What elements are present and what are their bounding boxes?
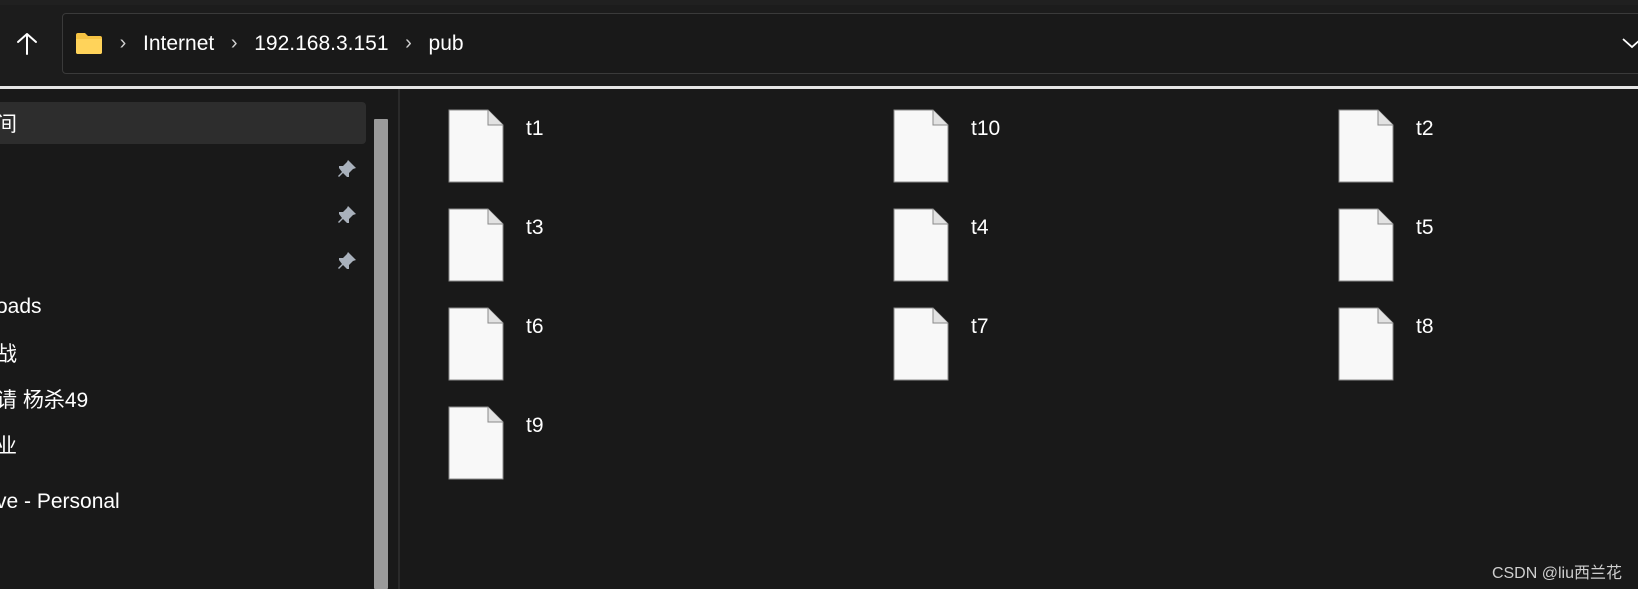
nav-item-onedrive[interactable]: ve - Personal	[0, 481, 366, 523]
breadcrumb-internet[interactable]: Internet	[143, 32, 214, 56]
file-item[interactable]: t7	[845, 287, 1245, 381]
breadcrumb-pub[interactable]: pub	[429, 32, 464, 56]
file-icon	[893, 307, 949, 381]
file-item[interactable]: t10	[845, 89, 1245, 183]
breadcrumb-host[interactable]: 192.168.3.151	[254, 32, 388, 56]
chevron-down-icon	[1622, 38, 1638, 49]
file-list: t1 t10 t2 t3 t4 t5 t6 t7 t8 t9	[400, 89, 1638, 589]
pin-icon	[338, 206, 356, 223]
address-bar[interactable]: › Internet › 192.168.3.151 › pub	[62, 13, 1638, 74]
nav-item-5[interactable]: 战	[0, 332, 366, 374]
file-name: t6	[526, 315, 544, 338]
folder-icon	[76, 33, 102, 54]
file-icon	[1338, 208, 1394, 282]
file-icon	[1338, 109, 1394, 183]
nav-item-label: ve - Personal	[0, 490, 120, 513]
file-item[interactable]: t4	[845, 188, 1245, 282]
file-item[interactable]: t6	[400, 287, 800, 381]
nav-item-3[interactable]	[0, 240, 366, 282]
arrow-up-icon	[17, 33, 37, 55]
file-name: t7	[971, 315, 989, 338]
file-name: t8	[1416, 315, 1434, 338]
file-item[interactable]: t2	[1290, 89, 1638, 183]
file-name: t1	[526, 117, 544, 140]
pin-icon	[338, 252, 356, 269]
address-history-dropdown[interactable]	[1617, 28, 1638, 58]
breadcrumb: › Internet › 192.168.3.151 › pub	[111, 14, 472, 73]
file-name: t2	[1416, 117, 1434, 140]
nav-item-1[interactable]	[0, 148, 366, 190]
navigation-pane: 间 oads 战 请 杨杀49 业 ve - Personal	[0, 89, 399, 589]
file-name: t3	[526, 216, 544, 239]
file-name: t10	[971, 117, 1001, 140]
nav-item-0[interactable]: 间	[0, 102, 366, 144]
nav-item-label: 业	[0, 435, 17, 458]
pin-icon	[338, 160, 356, 177]
file-name: t9	[526, 414, 544, 437]
up-button[interactable]	[6, 24, 48, 64]
chevron-right-icon[interactable]: ›	[222, 32, 246, 55]
nav-item-downloads[interactable]: oads	[0, 286, 366, 328]
nav-item-label: 战	[0, 343, 17, 366]
file-item[interactable]: t8	[1290, 287, 1638, 381]
file-icon	[448, 307, 504, 381]
file-name: t4	[971, 216, 989, 239]
toolbar: › Internet › 192.168.3.151 › pub	[0, 0, 1638, 88]
watermark: CSDN @liu西兰花	[1491, 565, 1622, 582]
file-name: t5	[1416, 216, 1434, 239]
title-strip	[0, 0, 1638, 5]
file-icon	[893, 208, 949, 282]
file-icon	[448, 406, 504, 480]
chevron-right-icon[interactable]: ›	[111, 32, 135, 55]
nav-item-label: 间	[0, 113, 17, 136]
nav-item-label: oads	[0, 295, 42, 318]
chevron-right-icon[interactable]: ›	[397, 32, 421, 55]
nav-item-7[interactable]: 业	[0, 424, 366, 466]
file-item[interactable]: t1	[400, 89, 800, 183]
file-explorer-window: › Internet › 192.168.3.151 › pub 间 oads …	[0, 0, 1638, 589]
sidebar-scrollbar-thumb[interactable]	[374, 119, 388, 589]
nav-item-6[interactable]: 请 杨杀49	[0, 378, 366, 420]
file-item[interactable]: t3	[400, 188, 800, 282]
file-item[interactable]: t9	[400, 386, 800, 480]
nav-item-2[interactable]	[0, 194, 366, 236]
file-icon	[893, 109, 949, 183]
file-icon	[1338, 307, 1394, 381]
file-icon	[448, 208, 504, 282]
file-icon	[448, 109, 504, 183]
file-item[interactable]: t5	[1290, 188, 1638, 282]
nav-item-label: 请 杨杀49	[0, 389, 89, 412]
